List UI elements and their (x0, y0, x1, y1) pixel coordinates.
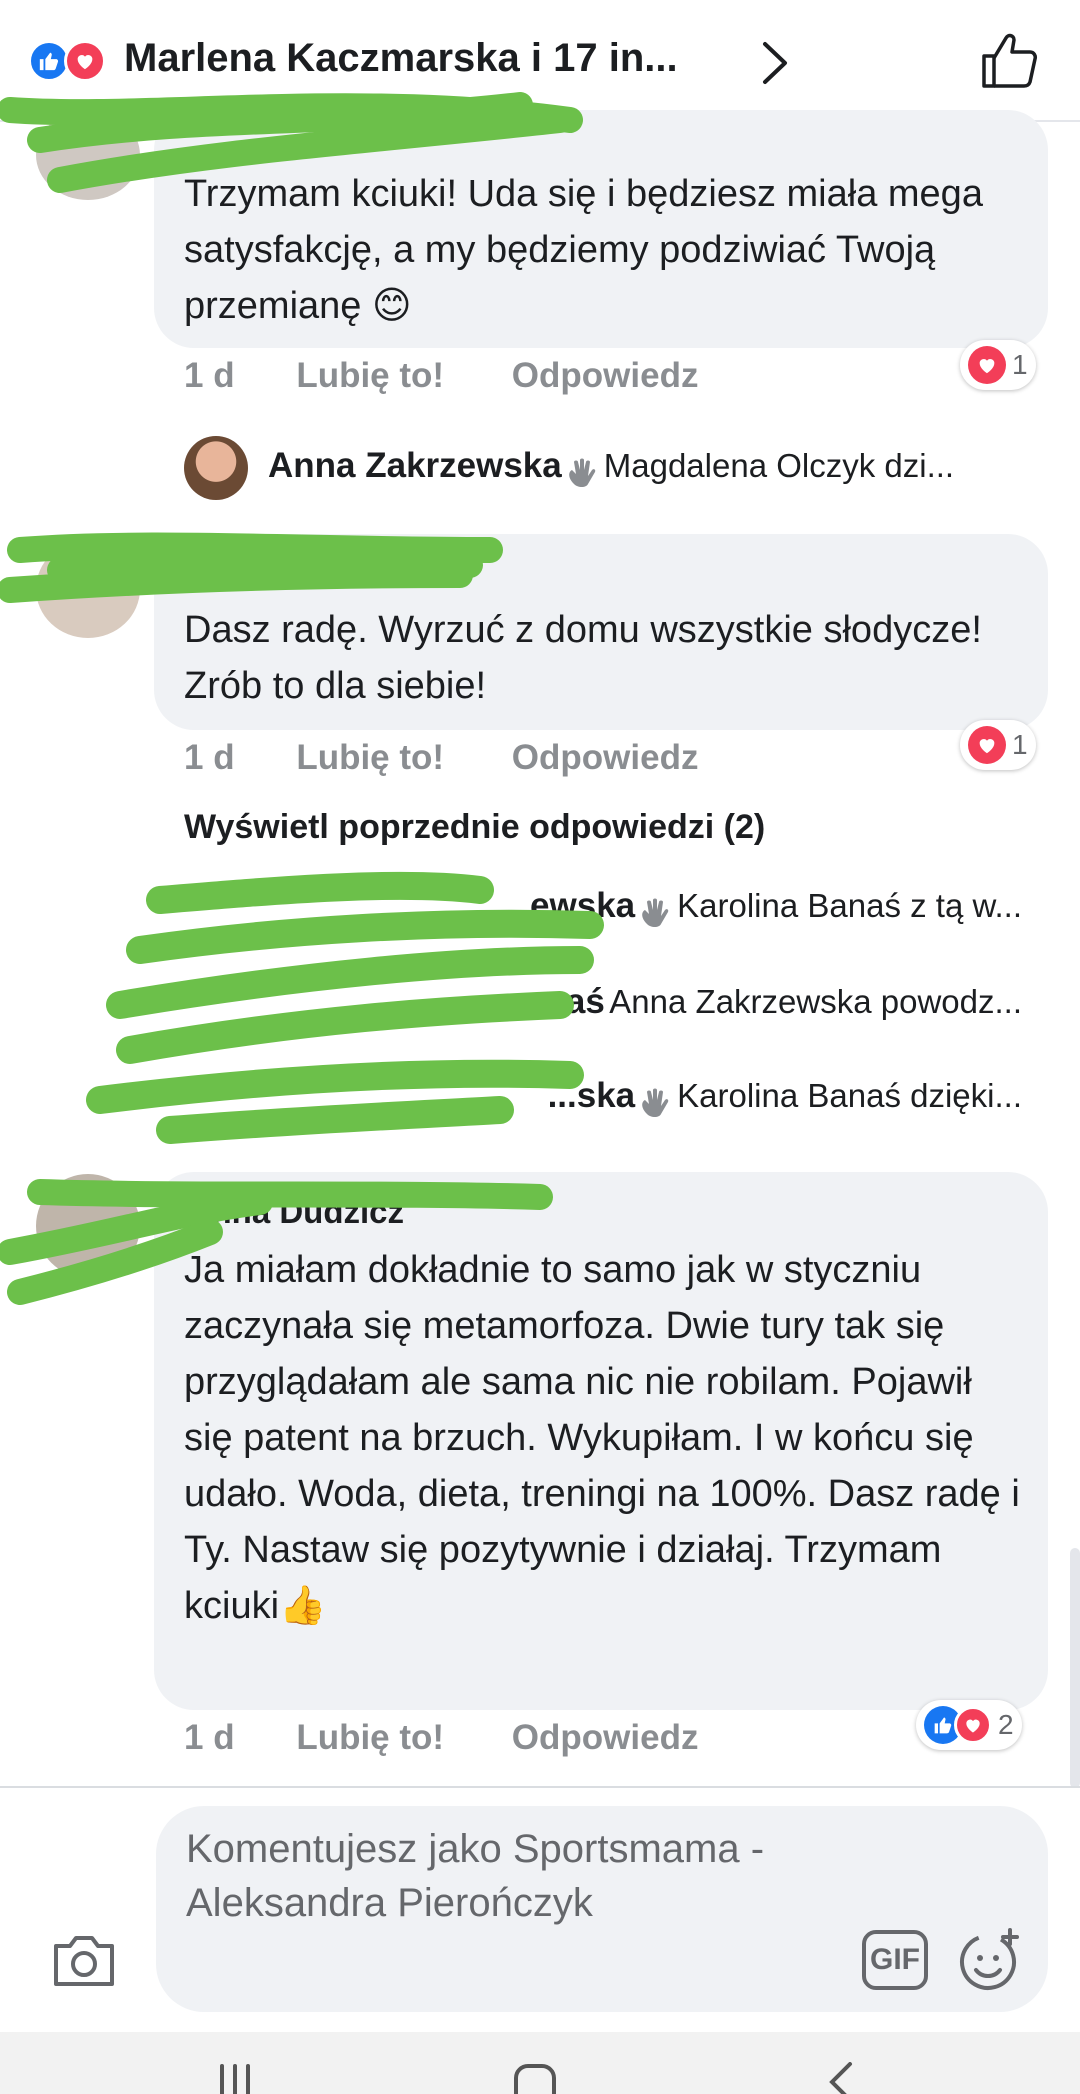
reply-preview: Anna Zakrzewska powodz... (609, 983, 1022, 1020)
comment-meta: 1 d Lubię to! Odpowiedz (184, 738, 698, 778)
wave-hand-icon (642, 898, 669, 927)
back-icon[interactable] (816, 2062, 866, 2094)
comment-placeholder: Komentujesz jako Sportsmama - Aleksandra… (186, 1827, 765, 1925)
thumbs-up-icon[interactable] (978, 30, 1040, 92)
reply-author[interactable]: ...anaś (496, 982, 605, 1021)
comment-meta: 1 d Lubię to! Odpowiedz (184, 1718, 698, 1758)
comment-time: 1 d (184, 356, 235, 395)
reaction-summary[interactable] (28, 40, 114, 84)
recent-apps-icon[interactable] (210, 2062, 260, 2094)
scrollbar[interactable] (1070, 1548, 1080, 1788)
reaction-count: 1 (1012, 349, 1028, 380)
camera-icon[interactable] (50, 1930, 118, 1990)
reply-row[interactable]: ...ewska Karolina Banaś z tą w... (180, 886, 1022, 950)
wave-hand-icon (568, 458, 596, 487)
wave-hand-icon (642, 1088, 669, 1117)
reply-preview: Karolina Banaś z tą w... (677, 887, 1022, 924)
love-icon (64, 40, 106, 82)
gif-button[interactable]: GIF (862, 1930, 928, 1990)
comment-text: Dasz radę. Wyrzuć z domu wszystkie słody… (184, 609, 982, 707)
reply-author[interactable]: ...ewska (501, 886, 635, 925)
avatar[interactable] (36, 1174, 140, 1278)
reply-row[interactable]: Anna Zakrzewska Magdalena Olczyk dzi... (268, 446, 1038, 510)
comment-author[interactable]: ...nna Dudzicz (184, 1192, 404, 1232)
reply-row[interactable]: ...ska Karolina Banaś dzięki... (180, 1076, 1022, 1140)
reply-row[interactable]: ...anaś Anna Zakrzewska powodz... (180, 982, 1022, 1046)
love-icon (968, 726, 1006, 764)
avatar[interactable] (36, 540, 140, 638)
love-icon (968, 346, 1006, 384)
comment-meta: 1 d Lubię to! Odpowiedz (184, 356, 698, 396)
like-link[interactable]: Lubię to! (296, 1718, 444, 1758)
reply-author[interactable]: Anna Zakrzewska (268, 446, 562, 485)
reactions-title[interactable]: Marlena Kaczmarska i 17 in... (124, 36, 678, 81)
comment-time: 1 d (184, 738, 235, 777)
comment-text: Ja miałam dokładnie to samo jak w styczn… (184, 1249, 1020, 1627)
reply-preview: Magdalena Olczyk dzi... (603, 447, 955, 484)
like-link[interactable]: Lubię to! (296, 356, 444, 396)
reaction-count: 2 (998, 1709, 1014, 1740)
divider (0, 1786, 1080, 1788)
home-icon[interactable] (510, 2062, 560, 2094)
like-link[interactable]: Lubię to! (296, 738, 444, 778)
view-previous-replies-link[interactable]: Wyświetl poprzednie odpowiedzi (2) (184, 808, 765, 847)
chevron-right-icon[interactable] (755, 38, 795, 88)
comment-text: Trzymam kciuki! Uda się i będziesz miała… (184, 173, 983, 327)
reply-author[interactable]: ...ska (548, 1076, 636, 1115)
reaction-badge[interactable]: 1 (960, 720, 1036, 770)
avatar[interactable] (184, 436, 248, 500)
reply-link[interactable]: Odpowiedz (512, 738, 699, 778)
reply-link[interactable]: Odpowiedz (512, 356, 699, 396)
header-bar: Marlena Kaczmarska i 17 in... (0, 0, 1080, 122)
sticker-icon[interactable] (958, 1926, 1024, 1992)
reaction-badge[interactable]: 1 (960, 340, 1036, 390)
love-icon (954, 1706, 992, 1744)
reaction-badge[interactable]: 2 (916, 1700, 1022, 1750)
comment-time: 1 d (184, 1718, 235, 1757)
reply-link[interactable]: Odpowiedz (512, 1718, 699, 1758)
avatar[interactable] (36, 110, 140, 200)
reply-preview: Karolina Banaś dzięki... (677, 1077, 1022, 1114)
reaction-count: 1 (1012, 729, 1028, 760)
